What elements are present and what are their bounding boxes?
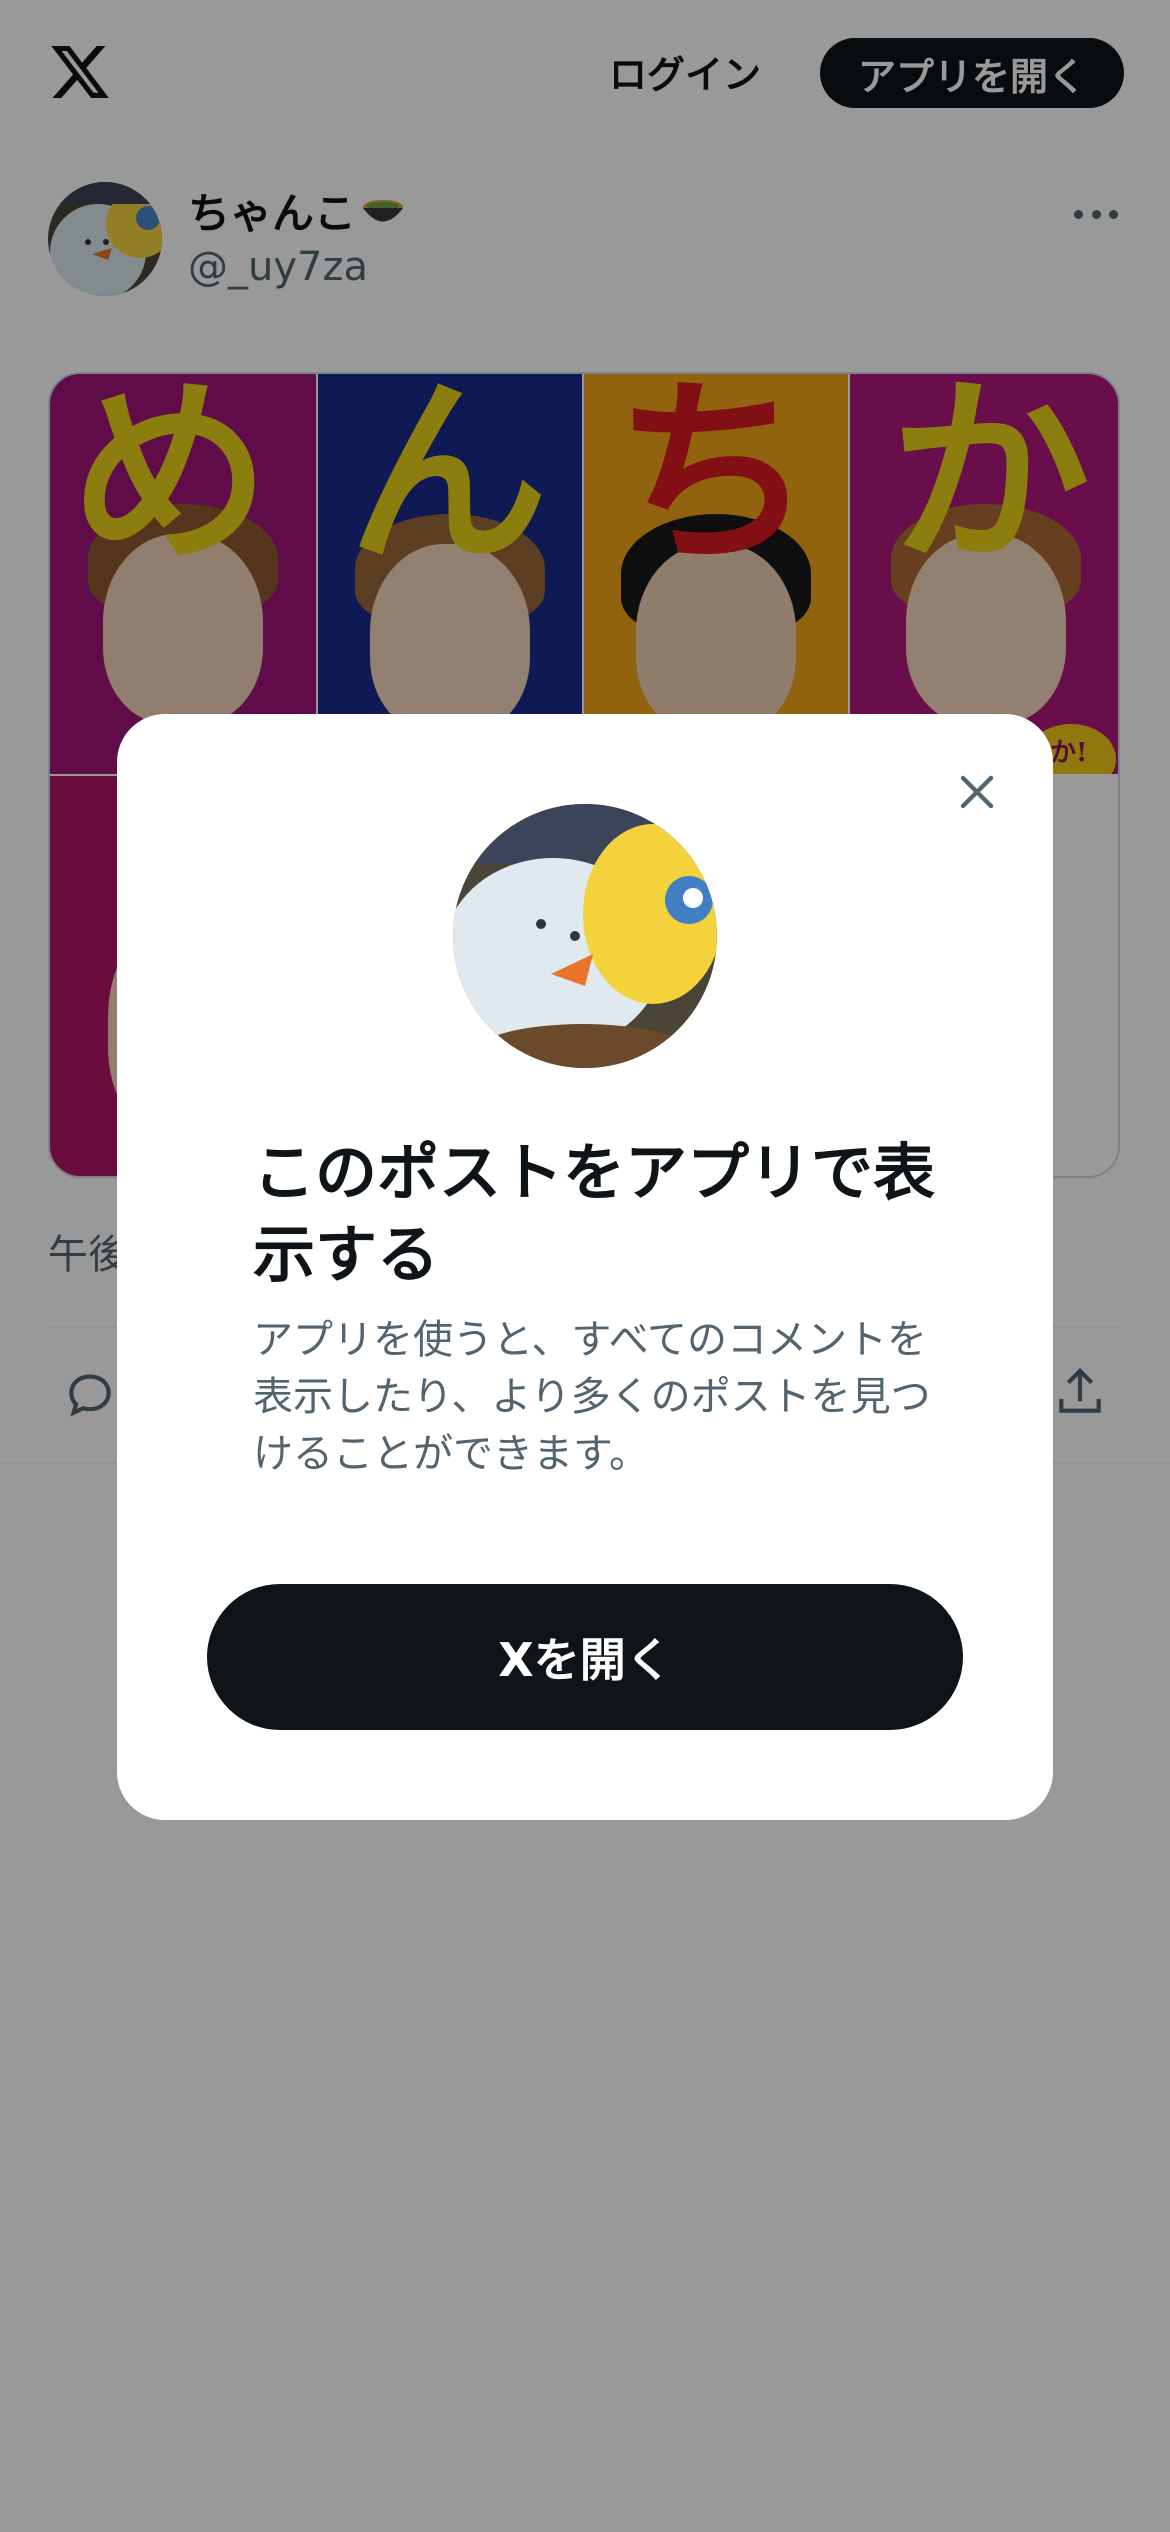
- close-icon[interactable]: [953, 768, 1001, 816]
- modal-title: このポストをアプリで表示する: [253, 1136, 936, 1291]
- open-in-app-modal: このポストをアプリで表示する アプリを使うと、すべてのコメントを表示したり、より…: [117, 714, 1053, 1820]
- open-x-button[interactable]: Xを開く: [207, 1584, 963, 1730]
- author-avatar-large: [453, 804, 717, 1068]
- modal-body-text: アプリを使うと、すべてのコメントを表示したり、より多くのポストを見つけることがで…: [253, 1317, 931, 1477]
